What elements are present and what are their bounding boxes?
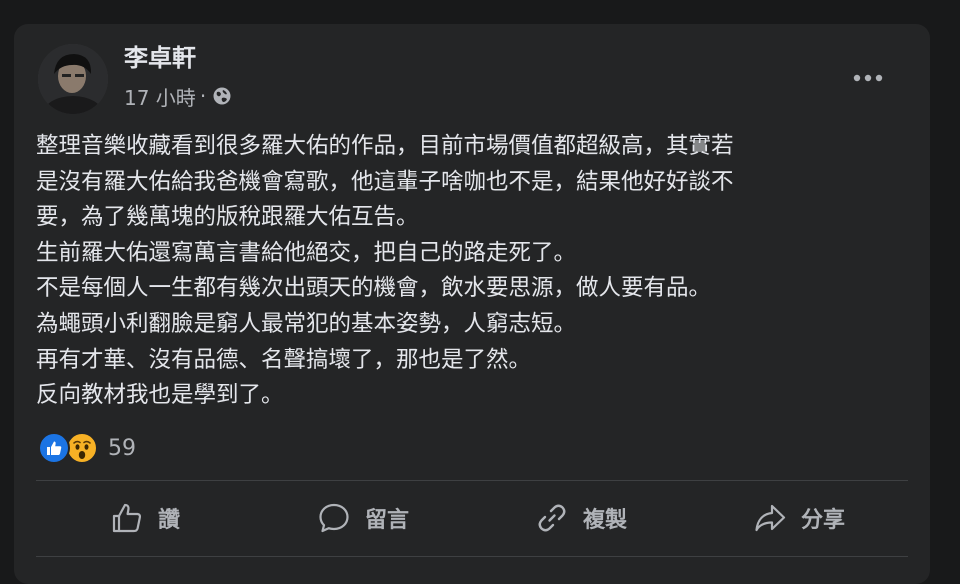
more-icon — [853, 74, 883, 82]
reaction-count: 59 — [108, 435, 136, 461]
link-icon — [538, 504, 566, 532]
share-icon — [755, 504, 786, 532]
post-text-line: 反向教材我也是學到了。 — [36, 382, 284, 409]
divider — [36, 480, 908, 481]
avatar[interactable] — [38, 44, 108, 114]
author-name[interactable]: 李卓軒 — [124, 42, 196, 74]
post-text-line: 要，為了幾萬塊的版稅跟羅大佑互告。 — [36, 204, 419, 231]
globe-icon[interactable] — [212, 86, 232, 106]
comment-icon — [319, 503, 349, 533]
post-text-line: 不是每個人一生都有幾次出頭天的機會，飲水要思源，做人要有品。 — [36, 275, 712, 302]
copy-button[interactable]: 複製 — [472, 486, 690, 550]
divider — [36, 556, 908, 557]
wow-reaction-icon — [66, 432, 98, 464]
like-button[interactable]: 讚 — [36, 486, 254, 550]
post-text-line: 整理音樂收藏看到很多羅大佑的作品，目前市場價值都超級高，其實若 — [36, 133, 734, 159]
post-card: 李卓軒 17 小時 · 整理音樂收藏看到很多羅大佑的作品，目前市場價值都超級高，… — [14, 24, 930, 584]
meta-separator: · — [199, 84, 207, 108]
share-button[interactable]: 分享 — [690, 486, 908, 550]
avatar-image — [38, 44, 108, 114]
comment-button[interactable]: 留言 — [254, 486, 472, 550]
post-timestamp[interactable]: 17 小時 — [124, 82, 196, 111]
like-button-label: 讚 — [157, 508, 180, 533]
post-text-line: 是沒有羅大佑給我爸機會寫歌，他這輩子啥咖也不是，結果他好好談不 — [36, 168, 734, 195]
comment-button-label: 留言 — [364, 508, 409, 533]
post-text-line: 生前羅大佑還寫萬言書給他絕交，把自己的路走死了。 — [36, 239, 577, 266]
share-button-label: 分享 — [800, 508, 845, 533]
post-text-line: 再有才華、沒有品德、名聲搞壞了，那也是了然。 — [36, 346, 532, 373]
post-body: 整理音樂收藏看到很多羅大佑的作品，目前市場價值都超級高，其實若 是沒有羅大佑給我… — [36, 129, 916, 414]
post-actions: 讚 留言 複製 分享 — [36, 486, 908, 550]
post-meta: 17 小時 · — [124, 82, 232, 110]
post-text-line: 為蠅頭小利翻臉是窮人最常犯的基本姿勢，人窮志短。 — [36, 310, 577, 337]
more-options-button[interactable] — [846, 60, 890, 96]
reactions-summary[interactable]: 59 — [38, 428, 136, 468]
like-reaction-icon — [38, 432, 70, 464]
thumbs-up-icon — [112, 503, 142, 533]
copy-button-label: 複製 — [582, 508, 627, 533]
